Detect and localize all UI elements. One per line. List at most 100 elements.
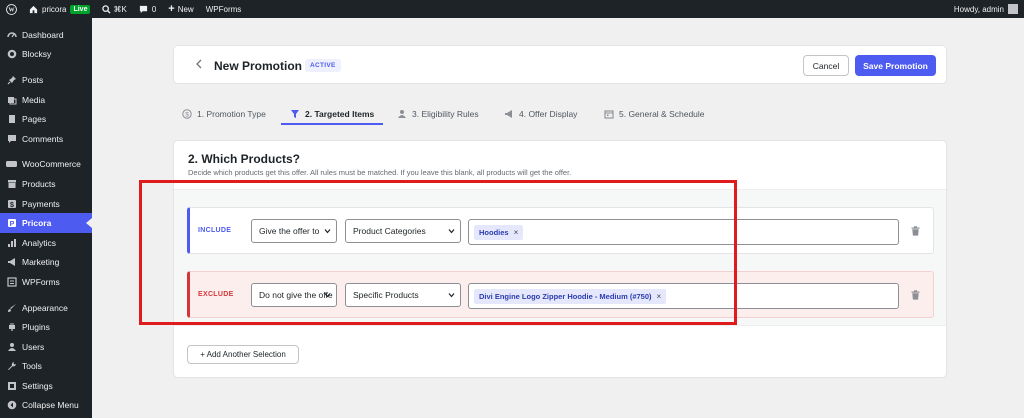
wpforms-adminbar-link[interactable]: WPForms	[200, 0, 248, 18]
cancel-button[interactable]: Cancel	[803, 55, 849, 76]
comment-icon	[6, 133, 17, 144]
wpforms-label: WPForms	[205, 4, 242, 14]
sidebar-item-label: Blocksy	[22, 49, 52, 60]
forms-icon	[6, 276, 17, 287]
wordpress-logo-icon[interactable]: W	[0, 0, 23, 18]
save-promotion-button[interactable]: Save Promotion	[855, 55, 936, 76]
sidebar-item-label: Analytics	[22, 237, 57, 248]
tab-label: 1. Promotion Type	[197, 109, 266, 119]
sidebar-item-posts[interactable]: Posts	[0, 70, 92, 90]
sidebar-item-payments[interactable]: $ Payments	[0, 194, 92, 214]
svg-text:P: P	[9, 221, 14, 228]
sidebar-item-plugins[interactable]: Plugins	[0, 317, 92, 337]
pricora-icon: P	[6, 218, 17, 229]
collapse-icon	[6, 400, 17, 411]
sidebar-item-wpforms[interactable]: WPForms	[0, 272, 92, 292]
plus-icon: +	[168, 3, 175, 15]
sidebar-item-media[interactable]: Media	[0, 90, 92, 110]
new-label: New	[177, 4, 194, 14]
add-another-selection-button[interactable]: + Add Another Selection	[187, 345, 299, 364]
tab-targeted-items[interactable]: 2. Targeted Items	[290, 104, 374, 124]
section-title: 2. Which Products?	[188, 152, 301, 166]
sidebar-item-marketing[interactable]: Marketing	[0, 253, 92, 273]
svg-text:W: W	[8, 7, 14, 13]
tab-label: 5. General & Schedule	[619, 109, 705, 119]
sidebar-item-label: Tools	[22, 361, 42, 372]
sidebar-item-label: Pages	[22, 114, 47, 125]
home-icon	[29, 5, 38, 14]
highlight-annotation-box	[139, 180, 737, 325]
dashboard-icon	[6, 29, 17, 40]
sidebar-item-label: Comments	[22, 133, 64, 144]
page-title: New Promotion	[214, 59, 303, 73]
archive-icon	[6, 178, 17, 189]
blocksy-icon	[6, 49, 17, 60]
sidebar-item-label: Media	[22, 94, 46, 105]
sidebar-item-appearance[interactable]: Appearance	[0, 298, 92, 318]
dollar-circle-icon: $	[182, 109, 192, 119]
sidebar-item-label: Products	[22, 178, 56, 189]
sidebar-item-label: Collapse Menu	[22, 400, 79, 411]
promotion-header: New Promotion ACTIVE Cancel Save Promoti…	[173, 45, 947, 84]
sidebar-item-label: Pricora	[22, 218, 52, 229]
new-content-link[interactable]: + New	[162, 0, 199, 18]
media-icon	[6, 94, 17, 105]
live-badge: Live	[70, 4, 91, 14]
pin-icon	[6, 74, 17, 85]
sidebar-item-comments[interactable]: Comments	[0, 129, 92, 149]
sidebar-item-settings[interactable]: Settings	[0, 376, 92, 396]
sidebar-item-label: Posts	[22, 74, 44, 85]
command-palette-button[interactable]: ⌘K	[96, 0, 132, 18]
plug-icon	[6, 322, 17, 333]
payments-icon: $	[6, 198, 17, 209]
tab-eligibility-rules[interactable]: 3. Eligibility Rules	[397, 104, 479, 124]
status-badge: ACTIVE	[305, 59, 341, 72]
filter-icon	[290, 109, 300, 119]
admin-bar: W pricora Live ⌘K 0 + New WPForms Howdy,…	[0, 0, 1024, 18]
sidebar-item-label: Payments	[22, 198, 60, 209]
tab-general-schedule[interactable]: 5. General & Schedule	[604, 104, 705, 124]
svg-text:$: $	[185, 112, 189, 119]
sidebar-item-users[interactable]: Users	[0, 337, 92, 357]
sidebar-item-dashboard[interactable]: Dashboard	[0, 25, 92, 45]
sidebar-item-label: Users	[22, 341, 45, 352]
tab-label: 2. Targeted Items	[305, 109, 375, 119]
sidebar-item-woocommerce[interactable]: WooCommerce	[0, 155, 92, 175]
svg-text:$: $	[10, 202, 14, 209]
sidebar-item-pricora[interactable]: P Pricora	[0, 213, 92, 233]
trash-icon[interactable]	[911, 226, 920, 238]
howdy-text: Howdy, admin	[953, 4, 1004, 14]
account-menu[interactable]: Howdy, admin	[948, 0, 1024, 18]
sidebar-item-tools[interactable]: Tools	[0, 357, 92, 377]
trash-icon[interactable]	[911, 290, 920, 302]
sidebar-item-label: WPForms	[22, 276, 60, 287]
calendar-icon	[604, 109, 614, 119]
sidebar-item-label: Dashboard	[22, 29, 64, 40]
sidebar-item-products[interactable]: Products	[0, 174, 92, 194]
sidebar-item-analytics[interactable]: Analytics	[0, 233, 92, 253]
tab-offer-display[interactable]: 4. Offer Display	[504, 104, 577, 124]
site-name: pricora	[42, 4, 67, 14]
megaphone-icon	[6, 257, 17, 268]
sidebar-item-label: Appearance	[22, 302, 68, 313]
search-icon	[102, 4, 112, 14]
sidebar-item-blocksy[interactable]: Blocksy	[0, 45, 92, 65]
admin-sidebar: Dashboard Blocksy Posts Media Pages Comm…	[0, 18, 92, 418]
avatar	[1008, 4, 1018, 14]
section-description: Decide which products get this offer. Al…	[188, 168, 572, 177]
tab-promotion-type[interactable]: $ 1. Promotion Type	[182, 104, 266, 124]
bar-chart-icon	[6, 237, 17, 248]
back-chevron-icon[interactable]	[192, 56, 206, 72]
comments-link[interactable]: 0	[133, 0, 162, 18]
sidebar-item-label: Plugins	[22, 322, 50, 333]
users-icon	[6, 341, 17, 352]
sidebar-item-pages[interactable]: Pages	[0, 109, 92, 129]
sidebar-item-label: WooCommerce	[22, 159, 81, 170]
page-icon	[6, 114, 17, 125]
comment-icon	[139, 5, 148, 14]
brush-icon	[6, 302, 17, 313]
sidebar-item-collapse[interactable]: Collapse Menu	[0, 396, 92, 416]
settings-icon	[6, 380, 17, 391]
tab-label: 4. Offer Display	[519, 109, 578, 119]
site-name-link[interactable]: pricora Live	[23, 0, 96, 18]
